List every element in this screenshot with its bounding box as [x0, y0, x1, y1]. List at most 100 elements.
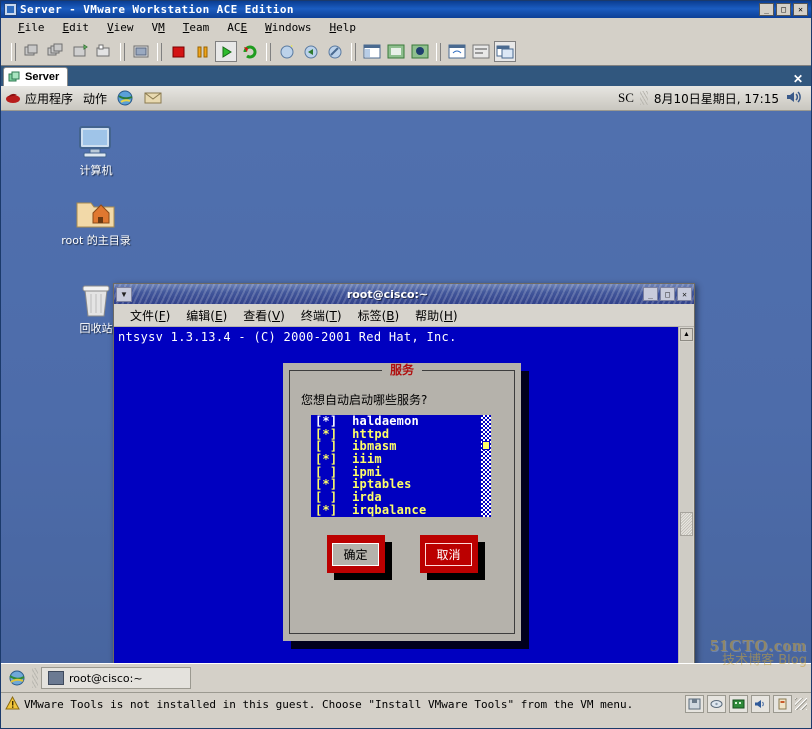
floppy-icon[interactable]: [685, 695, 704, 713]
close-button[interactable]: ✕: [793, 3, 808, 16]
new-team-icon[interactable]: [45, 41, 67, 62]
desktop-icon-home[interactable]: root 的主目录: [59, 191, 133, 247]
quick-switch-icon[interactable]: [409, 41, 431, 62]
open-vm-icon[interactable]: [93, 41, 115, 62]
menu-team[interactable]: Team: [174, 20, 219, 35]
show-sidebar-icon[interactable]: [361, 41, 383, 62]
panel-right-area: SC 8月10日星期日, 17:15: [618, 89, 807, 108]
actions-menu[interactable]: 动作: [83, 90, 107, 107]
input-method-indicator[interactable]: SC: [618, 90, 634, 106]
terminal-maximize-button[interactable]: □: [660, 287, 675, 301]
summary-view-icon[interactable]: [446, 41, 468, 62]
service-list-scrollbar[interactable]: [481, 415, 491, 517]
maximize-button[interactable]: □: [776, 3, 791, 16]
terminal-scrollbar-thumb[interactable]: [680, 512, 693, 536]
toolbar-grip[interactable]: [11, 42, 16, 61]
list-item[interactable]: [*] irqbalance: [311, 504, 491, 517]
power-on-icon[interactable]: [215, 41, 237, 62]
terminal-window: ▼ root@cisco:~ _ □ ✕ 文件(F) 编辑(E) 查看(V) 终…: [113, 283, 695, 663]
tab-close-button[interactable]: ✕: [793, 72, 811, 86]
terminal-menu-edit[interactable]: 编辑(E): [178, 307, 235, 324]
terminal-close-button[interactable]: ✕: [677, 287, 692, 301]
dialog-title: 服务: [381, 363, 422, 377]
terminal-minimize-button[interactable]: _: [643, 287, 658, 301]
power-off-icon[interactable]: [167, 41, 189, 62]
desktop-icon-computer[interactable]: 计算机: [59, 121, 133, 177]
toolbar-grip-3[interactable]: [157, 42, 162, 61]
terminal-menu-terminal[interactable]: 终端(T): [293, 307, 350, 324]
multiple-windows-icon[interactable]: [494, 41, 516, 62]
desktop-icon-label: root 的主目录: [61, 234, 131, 247]
terminal-title-bar[interactable]: ▼ root@cisco:~ _ □ ✕: [114, 284, 694, 304]
tab-label: Server: [25, 71, 60, 83]
snapshot-manager-icon[interactable]: [130, 41, 152, 62]
taskbar-window-label: root@cisco:~: [69, 671, 143, 685]
tty-area[interactable]: ntsysv 1.3.13.4 - (C) 2000-2001 Red Hat,…: [114, 327, 678, 663]
gnome-desktop[interactable]: 计算机 root 的主目录 回收站 ▼ root@cisco:~ _ □ ✕ 文…: [1, 111, 811, 663]
usb-icon[interactable]: [773, 695, 792, 713]
terminal-scrollbar[interactable]: ▲ ▼: [678, 327, 694, 663]
new-virtual-machine-icon[interactable]: [21, 41, 43, 62]
main-menu-bar: File Edit View VM Team ACE Windows Help: [1, 18, 811, 38]
list-item[interactable]: [*] iiim: [311, 453, 491, 466]
warning-icon: [5, 695, 20, 713]
sound-icon[interactable]: [751, 695, 770, 713]
suspend-icon[interactable]: [191, 41, 213, 62]
network-icon[interactable]: [729, 695, 748, 713]
scrollbar-trough[interactable]: [680, 342, 693, 663]
web-browser-launcher[interactable]: [117, 90, 134, 106]
terminal-menu-file[interactable]: 文件(F): [122, 307, 178, 324]
desktop-icon-label: 计算机: [79, 164, 113, 177]
console-view-icon[interactable]: [470, 41, 492, 62]
menu-vm[interactable]: VM: [143, 20, 174, 35]
list-item[interactable]: [*] haldaemon: [311, 415, 491, 428]
minimize-button[interactable]: _: [759, 3, 774, 16]
cancel-button[interactable]: 取消: [419, 535, 485, 580]
applications-menu[interactable]: 应用程序: [5, 90, 73, 107]
terminal-title: root@cisco:~: [346, 287, 429, 301]
window-title: Server - VMware Workstation ACE Edition: [20, 3, 294, 16]
power-on-this-vm-icon[interactable]: [69, 41, 91, 62]
terminal-menu-tabs[interactable]: 标签(B): [350, 307, 408, 324]
speaker-icon[interactable]: [785, 89, 803, 108]
menu-edit[interactable]: Edit: [54, 20, 99, 35]
cdrom-icon[interactable]: [707, 695, 726, 713]
clock[interactable]: 8月10日星期日, 17:15: [654, 90, 779, 107]
terminal-menu-view[interactable]: 查看(V): [235, 307, 293, 324]
full-screen-icon[interactable]: [385, 41, 407, 62]
dialog-panel: 服务 您想自动启动哪些服务? [*] haldaemon [*] httpd […: [283, 363, 521, 641]
window-menu-icon[interactable]: ▼: [116, 286, 132, 302]
applications-label: 应用程序: [25, 91, 74, 106]
menu-ace[interactable]: ACE: [218, 20, 256, 35]
resize-grip[interactable]: [795, 698, 807, 710]
toolbar-grip-6[interactable]: [436, 42, 441, 61]
terminal-body: ntsysv 1.3.13.4 - (C) 2000-2001 Red Hat,…: [114, 327, 694, 663]
toolbar-grip-2[interactable]: [120, 42, 125, 61]
menu-file[interactable]: File: [9, 20, 54, 35]
terminal-window-icon: [48, 671, 64, 685]
menu-windows[interactable]: Windows: [256, 20, 320, 35]
manage-snapshots-icon[interactable]: [324, 41, 346, 62]
tab-server[interactable]: Server: [3, 67, 69, 86]
toolbar: [1, 38, 811, 66]
show-desktop-icon[interactable]: [5, 667, 29, 689]
toolbar-grip-5[interactable]: [351, 42, 356, 61]
guest-screen: 应用程序 动作 SC 8月10日星期日, 17:15 计算机 root 的主目录…: [1, 86, 811, 663]
menu-view[interactable]: View: [98, 20, 143, 35]
taskbar-window-button[interactable]: root@cisco:~: [41, 667, 191, 689]
scrollbar-thumb[interactable]: [482, 441, 490, 450]
ok-button[interactable]: 确定: [326, 535, 392, 580]
terminal-menu-help[interactable]: 帮助(H): [407, 307, 465, 324]
red-hat-icon: [5, 90, 21, 107]
list-item[interactable]: [ ] irda: [311, 491, 491, 504]
toolbar-grip-4[interactable]: [266, 42, 271, 61]
email-launcher[interactable]: [144, 90, 162, 106]
service-list[interactable]: [*] haldaemon [*] httpd [ ] ibmasm [*] i…: [311, 415, 491, 517]
scroll-up-icon[interactable]: ▲: [680, 328, 693, 341]
snapshot-take-icon[interactable]: [276, 41, 298, 62]
reset-icon[interactable]: [239, 41, 261, 62]
menu-help[interactable]: Help: [321, 20, 366, 35]
vmware-workstation-window: Server - VMware Workstation ACE Edition …: [0, 0, 812, 729]
revert-snapshot-icon[interactable]: [300, 41, 322, 62]
virtual-machine-icon: [8, 71, 21, 84]
